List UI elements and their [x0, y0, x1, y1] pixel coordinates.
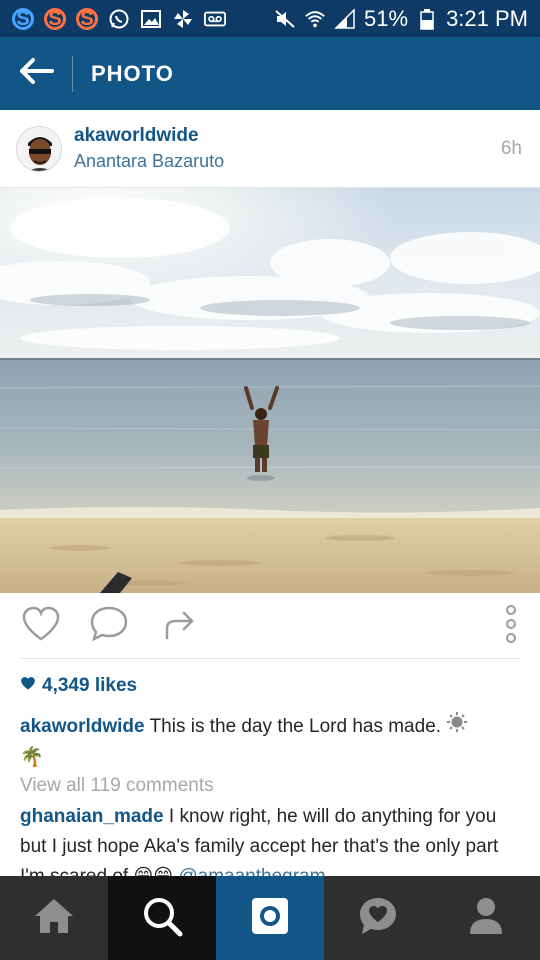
share-arrow-icon	[162, 606, 198, 647]
share-button[interactable]	[160, 606, 200, 646]
battery-percent: 51%	[364, 5, 409, 31]
more-options-button[interactable]	[496, 603, 526, 649]
page-title: PHOTO	[91, 60, 174, 86]
app-notification-s-orange-icon: S	[44, 7, 66, 30]
battery-icon	[416, 8, 438, 30]
camera-icon	[250, 896, 290, 941]
sun-emoji-icon	[446, 711, 468, 743]
heart-outline-icon	[21, 606, 61, 647]
whatsapp-icon	[108, 8, 130, 30]
back-button[interactable]	[0, 37, 72, 110]
post-header: akaworldwide Anantara Bazaruto 6h	[0, 110, 540, 188]
likes-count[interactable]: 4,349 likes	[20, 675, 137, 697]
signal-icon	[334, 7, 356, 30]
notification-icons: S S S	[12, 7, 226, 30]
arrow-back-icon	[18, 57, 54, 90]
image-icon	[140, 8, 162, 30]
mute-icon	[274, 8, 296, 30]
wifi-icon	[304, 8, 326, 30]
user-info: akaworldwide Anantara Bazaruto	[74, 125, 224, 172]
pinwheel-icon	[172, 8, 194, 30]
like-button[interactable]	[20, 606, 62, 646]
divider	[20, 658, 520, 659]
username-link[interactable]: akaworldwide	[74, 125, 224, 147]
home-icon	[32, 896, 76, 941]
caption-username-link[interactable]: akaworldwide	[20, 716, 145, 737]
comment-button[interactable]	[88, 606, 130, 646]
palm-tree-emoji: 🌴	[20, 747, 44, 768]
bottom-nav	[0, 876, 540, 960]
post-photo[interactable]	[0, 188, 540, 593]
likes-text: 4,349 likes	[42, 675, 138, 696]
post-time: 6h	[500, 137, 522, 159]
profile-icon	[468, 896, 504, 941]
speech-bubble-icon	[89, 605, 129, 648]
clock: 3:21 PM	[446, 5, 528, 31]
nav-tab-home[interactable]	[0, 876, 108, 960]
comment-emoji: 😁😁	[133, 866, 173, 876]
app-bar: PHOTO	[0, 37, 540, 110]
comment-item: ghanaian_made I know right, he will do a…	[20, 802, 520, 876]
nav-tab-profile[interactable]	[432, 876, 540, 960]
activity-icon	[357, 895, 399, 942]
caption-text: This is the day the Lord has made.	[149, 716, 442, 738]
post-actions	[0, 593, 540, 659]
nav-tab-camera[interactable]	[216, 876, 324, 960]
nav-tab-activity[interactable]	[324, 876, 432, 960]
comment-username-link[interactable]: ghanaian_made	[20, 806, 164, 827]
voicemail-icon	[204, 8, 226, 30]
app-notification-s-orange2-icon: S	[76, 7, 98, 30]
avatar[interactable]	[16, 125, 62, 172]
view-all-comments-link[interactable]: View all 119 comments	[20, 775, 214, 797]
comments-area: ghanaian_made I know right, he will do a…	[0, 800, 540, 876]
caption: akaworldwide This is the day the Lord ha…	[20, 711, 520, 773]
heart-filled-icon	[20, 676, 36, 696]
comment-mention-link[interactable]: @amaanthegram	[178, 866, 325, 876]
system-status: 51% 3:21 PM	[274, 6, 528, 32]
search-icon	[141, 895, 183, 942]
app-notification-s-blue-icon: S	[12, 7, 34, 30]
more-vertical-icon	[504, 604, 518, 649]
status-bar: S S S 51% 3:21 PM	[0, 0, 540, 37]
location-link[interactable]: Anantara Bazaruto	[74, 151, 224, 172]
nav-tab-search[interactable]	[108, 876, 216, 960]
app-bar-divider	[72, 55, 73, 92]
